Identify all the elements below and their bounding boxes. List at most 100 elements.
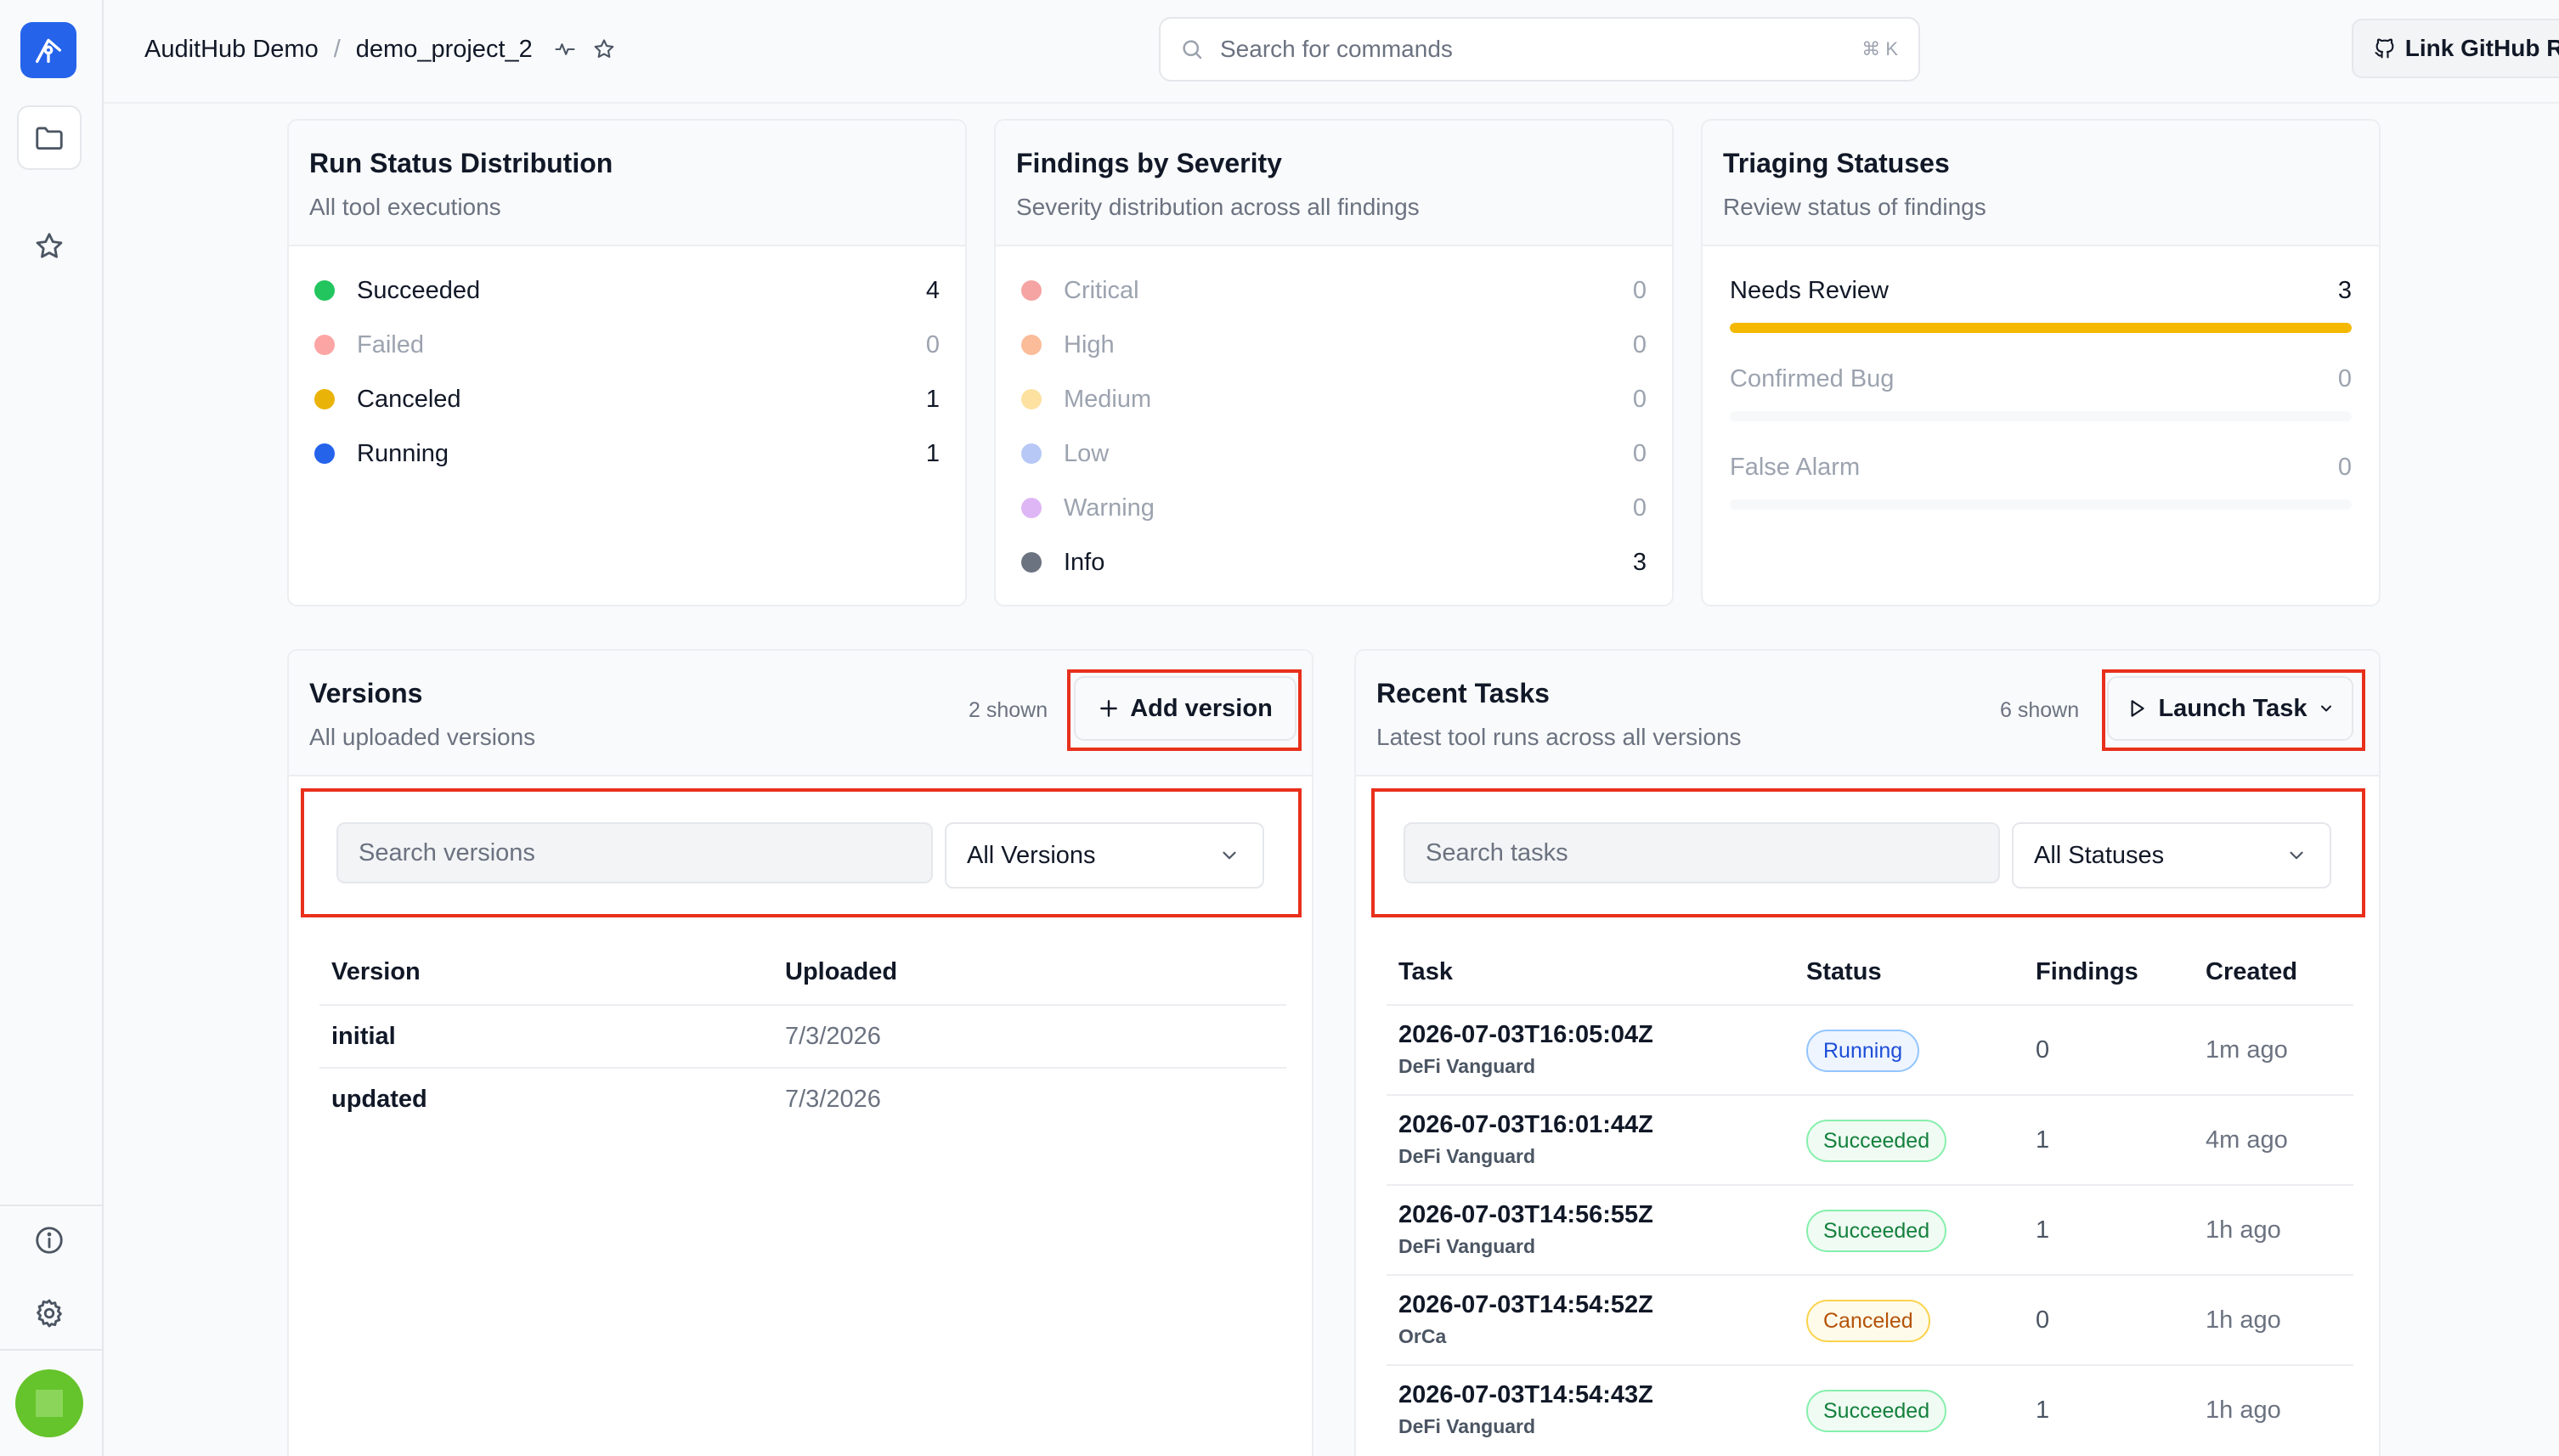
card-title: Findings by Severity	[1016, 148, 1282, 178]
severity-count: 0	[1632, 385, 1647, 413]
card-header: Findings by Severity Severity distributi…	[996, 121, 1672, 246]
breadcrumb: AuditHub Demo / demo_project_2	[144, 32, 616, 66]
version-name[interactable]: initial	[331, 1023, 396, 1051]
column-header-created[interactable]: Created	[2206, 958, 2297, 986]
breadcrumb-org[interactable]: AuditHub Demo	[144, 36, 319, 64]
versions-card: Versions All uploaded versions 2 shown A…	[287, 649, 1313, 1456]
task-id[interactable]: 2026-07-03T14:56:55Z	[1398, 1201, 1653, 1229]
status-filter-select[interactable]: All Statuses	[2012, 822, 2331, 889]
link-github-label: Link GitHub Repo	[2404, 35, 2559, 61]
chevron-down-icon	[2285, 844, 2308, 873]
status-badge: Succeeded	[1806, 1210, 1947, 1252]
status-row-running: Running 1	[314, 437, 940, 471]
status-label: Succeeded	[357, 276, 481, 304]
chevron-down-icon	[2318, 700, 2335, 717]
table-divider	[1387, 1184, 2353, 1186]
severity-label: Medium	[1064, 385, 1152, 413]
triage-count: 3	[2337, 276, 2352, 304]
card-title: Triaging Statuses	[1723, 148, 1950, 178]
add-version-button[interactable]: Add version	[1074, 676, 1296, 741]
card-title: Recent Tasks	[1376, 678, 1550, 708]
task-id[interactable]: 2026-07-03T14:54:43Z	[1398, 1381, 1653, 1409]
table-divider	[319, 1067, 1286, 1069]
sidebar-divider	[0, 1349, 104, 1351]
severity-count: 3	[1632, 548, 1647, 576]
versions-filter-value: All Versions	[967, 841, 1096, 869]
gear-icon[interactable]	[17, 1281, 82, 1346]
task-tool: DeFi Vanguard	[1398, 1145, 1536, 1167]
launch-task-button[interactable]: Launch Task	[2107, 676, 2353, 741]
severity-count: 0	[1632, 439, 1647, 467]
sidebar	[0, 0, 104, 1456]
severity-count: 0	[1632, 494, 1647, 522]
favorite-star-icon[interactable]	[592, 37, 616, 61]
github-icon	[2373, 37, 2397, 60]
triage-row-false-alarm: False Alarm 0	[1730, 450, 2352, 510]
triage-count: 0	[2337, 453, 2352, 481]
severity-row-critical: Critical 0	[1021, 274, 1647, 308]
column-header-status[interactable]: Status	[1806, 958, 1882, 986]
column-header-task[interactable]: Task	[1398, 958, 1453, 986]
column-header-findings[interactable]: Findings	[2036, 958, 2138, 986]
launch-task-label: Launch Task	[2158, 694, 2308, 722]
triage-label: False Alarm	[1730, 453, 1861, 481]
task-id[interactable]: 2026-07-03T14:54:52Z	[1398, 1291, 1653, 1319]
triaging-card: Triaging Statuses Review status of findi…	[1701, 119, 2381, 607]
status-count: 0	[925, 330, 940, 358]
card-header: Run Status Distribution All tool executi…	[289, 121, 965, 246]
triage-label: Confirmed Bug	[1730, 364, 1895, 392]
severity-dot	[1021, 552, 1042, 573]
version-uploaded: 7/3/2026	[785, 1023, 881, 1050]
breadcrumb-project[interactable]: demo_project_2	[356, 36, 533, 64]
search-placeholder: Search for commands	[1220, 36, 1453, 62]
status-label: Canceled	[357, 385, 461, 413]
search-tasks-input[interactable]: Search tasks	[1404, 822, 2000, 883]
card-title: Run Status Distribution	[309, 148, 613, 178]
version-name[interactable]: updated	[331, 1086, 427, 1114]
severity-row-high: High 0	[1021, 328, 1647, 362]
star-icon[interactable]	[17, 214, 82, 279]
search-versions-input[interactable]: Search versions	[336, 822, 933, 883]
severity-dot	[1021, 335, 1042, 355]
add-version-label: Add version	[1130, 694, 1273, 722]
card-subtitle: All uploaded versions	[309, 724, 536, 750]
command-search[interactable]: Search for commands ⌘ K	[1159, 17, 1920, 82]
task-id[interactable]: 2026-07-03T16:01:44Z	[1398, 1111, 1653, 1139]
card-subtitle: All tool executions	[309, 194, 501, 220]
status-badge: Succeeded	[1806, 1120, 1947, 1162]
info-icon[interactable]	[17, 1208, 82, 1273]
status-row-succeeded: Succeeded 4	[314, 274, 940, 308]
versions-filter-select[interactable]: All Versions	[945, 822, 1264, 889]
recent-tasks-card: Recent Tasks Latest tool runs across all…	[1354, 649, 2381, 1456]
logo-icon[interactable]	[20, 22, 76, 78]
task-created: 4m ago	[2206, 1126, 2288, 1154]
severity-dot	[1021, 443, 1042, 464]
table-divider	[1387, 1094, 2353, 1096]
folder-icon[interactable]	[17, 105, 82, 170]
severity-count: 0	[1632, 330, 1647, 358]
status-dot	[314, 280, 335, 301]
search-icon	[1179, 37, 1205, 62]
run-status-card: Run Status Distribution All tool executi…	[287, 119, 967, 607]
task-tool: DeFi Vanguard	[1398, 1235, 1536, 1257]
avatar[interactable]	[15, 1369, 83, 1437]
status-row-canceled: Canceled 1	[314, 382, 940, 416]
task-created: 1h ago	[2206, 1216, 2281, 1244]
plus-icon	[1098, 697, 1120, 720]
table-divider	[1387, 1274, 2353, 1276]
versions-shown-count: 2 shown	[969, 698, 1048, 722]
column-header-uploaded[interactable]: Uploaded	[785, 958, 897, 986]
sidebar-divider	[0, 1205, 104, 1206]
severity-label: Low	[1064, 439, 1110, 467]
activity-icon[interactable]	[553, 37, 577, 61]
task-findings: 1	[2036, 1216, 2050, 1244]
column-header-version[interactable]: Version	[331, 958, 421, 986]
status-dot	[314, 443, 335, 464]
link-github-button[interactable]: Link GitHub Repo	[2352, 19, 2559, 78]
severity-card: Findings by Severity Severity distributi…	[994, 119, 1674, 607]
task-id[interactable]: 2026-07-03T16:05:04Z	[1398, 1021, 1653, 1049]
chevron-down-icon	[1218, 844, 1240, 873]
severity-row-info: Info 3	[1021, 545, 1647, 579]
table-divider	[1387, 1364, 2353, 1366]
severity-label: Critical	[1064, 276, 1139, 304]
